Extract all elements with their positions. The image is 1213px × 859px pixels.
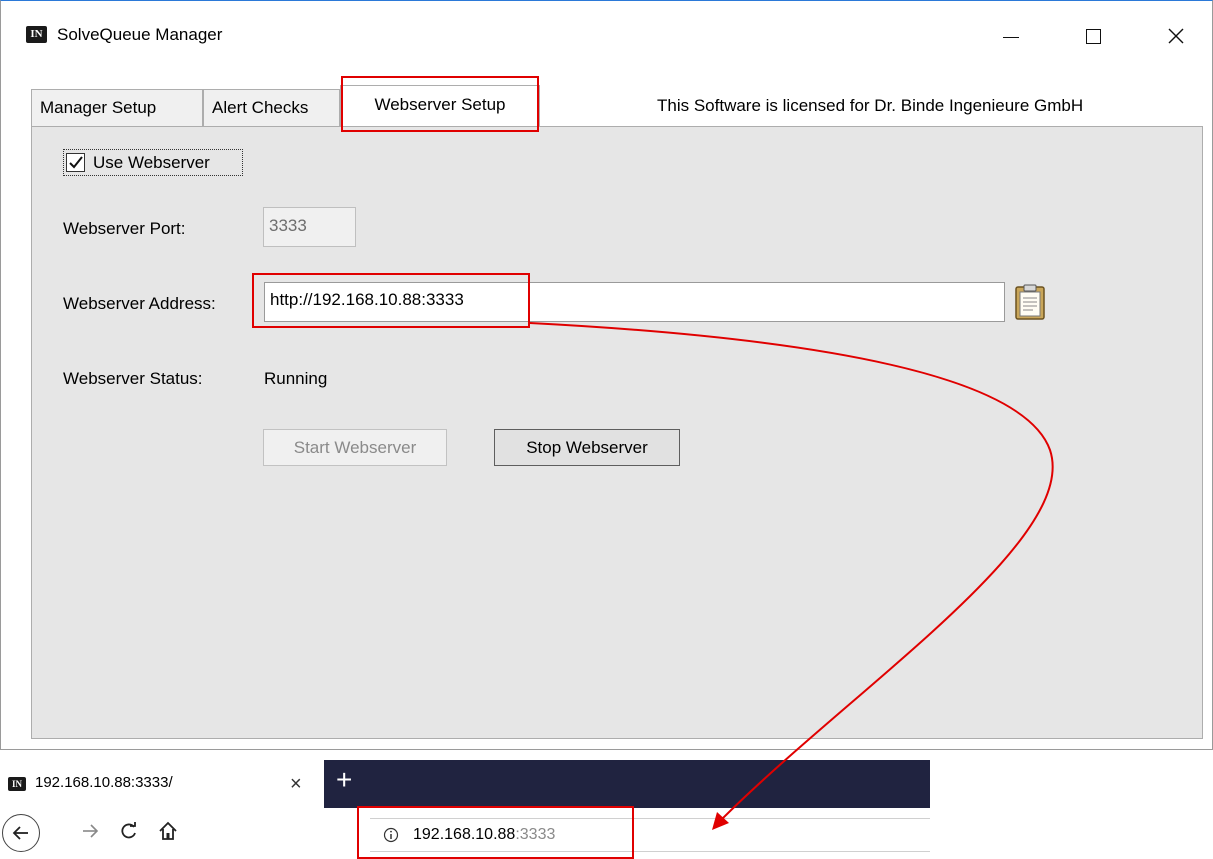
- home-button[interactable]: [158, 821, 178, 846]
- checkmark-icon: [69, 156, 83, 169]
- title-bar[interactable]: IN SolveQueue Manager: [1, 1, 1212, 71]
- close-button[interactable]: [1146, 15, 1206, 57]
- tab-webserver-setup[interactable]: Webserver Setup: [340, 85, 540, 127]
- stop-webserver-button[interactable]: Stop Webserver: [494, 429, 680, 466]
- url-text[interactable]: 192.168.10.88:3333: [413, 826, 555, 844]
- checkbox-box[interactable]: [66, 153, 85, 172]
- tab-manager-setup[interactable]: Manager Setup: [31, 89, 203, 126]
- favicon-icon: IN: [8, 777, 26, 791]
- window-title: SolveQueue Manager: [57, 25, 223, 44]
- close-icon: [1168, 28, 1184, 44]
- info-icon[interactable]: [383, 827, 399, 843]
- browser-navigation-bar: 192.168.10.88:3333: [0, 808, 940, 859]
- start-webserver-button[interactable]: Start Webserver: [263, 429, 447, 466]
- reload-icon: [121, 822, 136, 839]
- webserver-status-value: Running: [264, 369, 328, 388]
- clipboard-icon: [1015, 284, 1045, 320]
- webserver-status-label: Webserver Status:: [63, 369, 203, 388]
- webserver-port-label: Webserver Port:: [63, 219, 186, 238]
- maximize-button[interactable]: [1063, 15, 1123, 57]
- reload-button[interactable]: [119, 821, 139, 846]
- forward-button[interactable]: [80, 821, 100, 846]
- tab-alert-checks[interactable]: Alert Checks: [203, 89, 340, 126]
- url-port: :3333: [515, 826, 556, 843]
- url-bar[interactable]: 192.168.10.88:3333: [370, 818, 930, 852]
- webserver-address-input[interactable]: http://192.168.10.88:3333: [264, 282, 1005, 322]
- url-host: 192.168.10.88: [413, 826, 516, 843]
- browser-tab-title: 192.168.10.88:3333/: [35, 774, 173, 791]
- maximize-icon: [1085, 28, 1101, 44]
- use-webserver-label: Use Webserver: [93, 153, 210, 172]
- webserver-setup-panel: Use Webserver Webserver Port: 3333 Webse…: [31, 126, 1203, 739]
- back-arrow-icon: [12, 826, 28, 840]
- license-text: This Software is licensed for Dr. Binde …: [657, 96, 1084, 115]
- browser-tab-bar: +: [324, 760, 930, 808]
- use-webserver-checkbox[interactable]: Use Webserver: [63, 149, 243, 176]
- copy-to-clipboard-button[interactable]: [1012, 281, 1048, 323]
- back-button[interactable]: [2, 814, 40, 852]
- browser-tab[interactable]: IN 192.168.10.88:3333/ ×: [0, 760, 322, 808]
- home-icon: [159, 821, 177, 840]
- app-window: IN SolveQueue Manager Manager Setup Aler…: [0, 0, 1213, 750]
- app-logo-icon: IN: [26, 26, 47, 43]
- forward-arrow-icon: [83, 824, 99, 838]
- webserver-address-label: Webserver Address:: [63, 294, 216, 313]
- minimize-button[interactable]: [981, 15, 1041, 57]
- browser-window: IN 192.168.10.88:3333/ × + 192.168.10.88…: [0, 750, 940, 859]
- browser-tab-close-button[interactable]: ×: [290, 774, 302, 794]
- webserver-port-input[interactable]: 3333: [263, 207, 356, 247]
- new-tab-button[interactable]: +: [336, 766, 352, 794]
- minimize-icon: [1003, 36, 1019, 38]
